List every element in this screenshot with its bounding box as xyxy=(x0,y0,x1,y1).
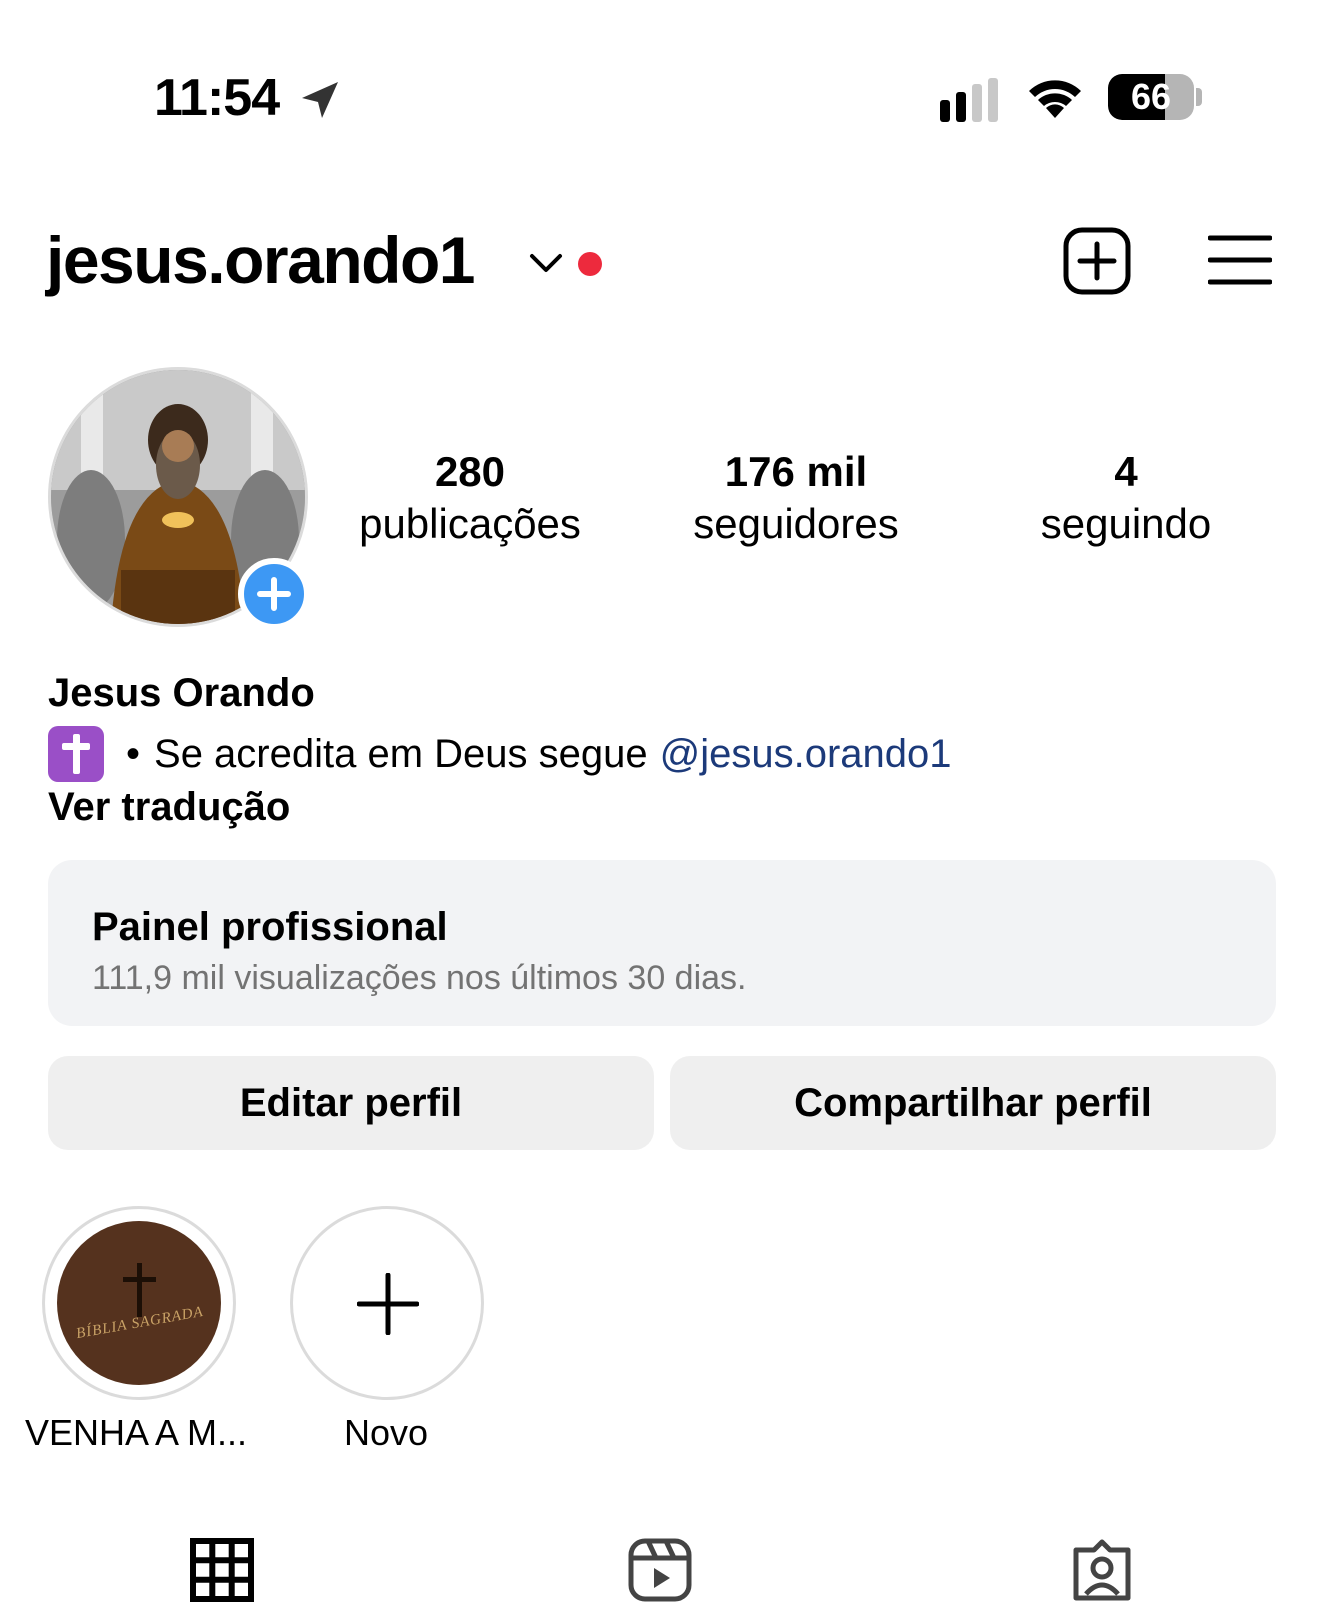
battery-icon: 66 xyxy=(1108,74,1194,120)
dashboard-subtitle: 111,9 mil visualizações nos últimos 30 d… xyxy=(92,959,747,997)
cross-icon xyxy=(137,1263,142,1317)
bio-text: Se acredita em Deus segue xyxy=(154,732,648,776)
full-name: Jesus Orando xyxy=(48,671,315,715)
plus-icon xyxy=(257,577,291,611)
add-story-button[interactable] xyxy=(238,558,310,630)
dashboard-title: Painel profissional xyxy=(92,905,448,949)
highlight-label: VENHA A M... xyxy=(24,1412,248,1453)
bio-separator: • xyxy=(126,732,141,776)
new-highlight-label: Novo xyxy=(343,1412,429,1453)
username-switcher[interactable]: jesus.orando1 xyxy=(46,222,475,298)
tagged-icon[interactable] xyxy=(1070,1538,1134,1602)
stat-following[interactable]: 4 seguindo xyxy=(986,446,1266,550)
stat-followers-label: seguidores xyxy=(693,500,899,547)
see-translation-link[interactable]: Ver tradução xyxy=(48,782,290,832)
grid-icon[interactable] xyxy=(190,1538,254,1602)
status-time: 11:54 xyxy=(154,69,280,127)
professional-dashboard[interactable]: Painel profissional 111,9 mil visualizaç… xyxy=(48,860,1276,1026)
stat-posts-label: publicações xyxy=(359,500,581,547)
stat-following-label: seguindo xyxy=(1040,500,1212,547)
battery-percentage: 66 xyxy=(1130,76,1172,117)
bio-mention-link[interactable]: @jesus.orando1 xyxy=(660,728,952,780)
bio: • Se acredita em Deus segue @jesus.orand… xyxy=(48,726,952,782)
latin-cross-icon xyxy=(48,726,104,782)
stat-followers-count: 176 mil xyxy=(724,448,868,495)
location-arrow-icon xyxy=(302,82,338,118)
new-post-icon[interactable] xyxy=(1062,226,1132,296)
cross-icon-bar xyxy=(123,1277,156,1282)
share-profile-button[interactable]: Compartilhar perfil xyxy=(670,1056,1276,1150)
stat-following-count: 4 xyxy=(1114,448,1138,495)
stat-posts[interactable]: 280 publicações xyxy=(330,446,610,550)
reels-icon[interactable] xyxy=(628,1538,692,1602)
chevron-down-icon[interactable] xyxy=(528,248,564,276)
highlight-cover-bible: BÍBLIA SAGRADA xyxy=(57,1221,221,1385)
battery-nub xyxy=(1196,88,1202,106)
new-highlight-button[interactable] xyxy=(290,1206,484,1400)
notification-dot xyxy=(578,252,602,276)
highlight-venha[interactable]: BÍBLIA SAGRADA xyxy=(42,1206,236,1400)
stat-posts-count: 280 xyxy=(434,448,506,495)
wifi-icon xyxy=(1029,80,1081,118)
signal-icon xyxy=(940,78,998,122)
plus-icon xyxy=(357,1273,419,1335)
stat-followers[interactable]: 176 mil seguidores xyxy=(656,446,936,550)
edit-profile-button[interactable]: Editar perfil xyxy=(48,1056,654,1150)
menu-icon[interactable] xyxy=(1208,232,1272,288)
